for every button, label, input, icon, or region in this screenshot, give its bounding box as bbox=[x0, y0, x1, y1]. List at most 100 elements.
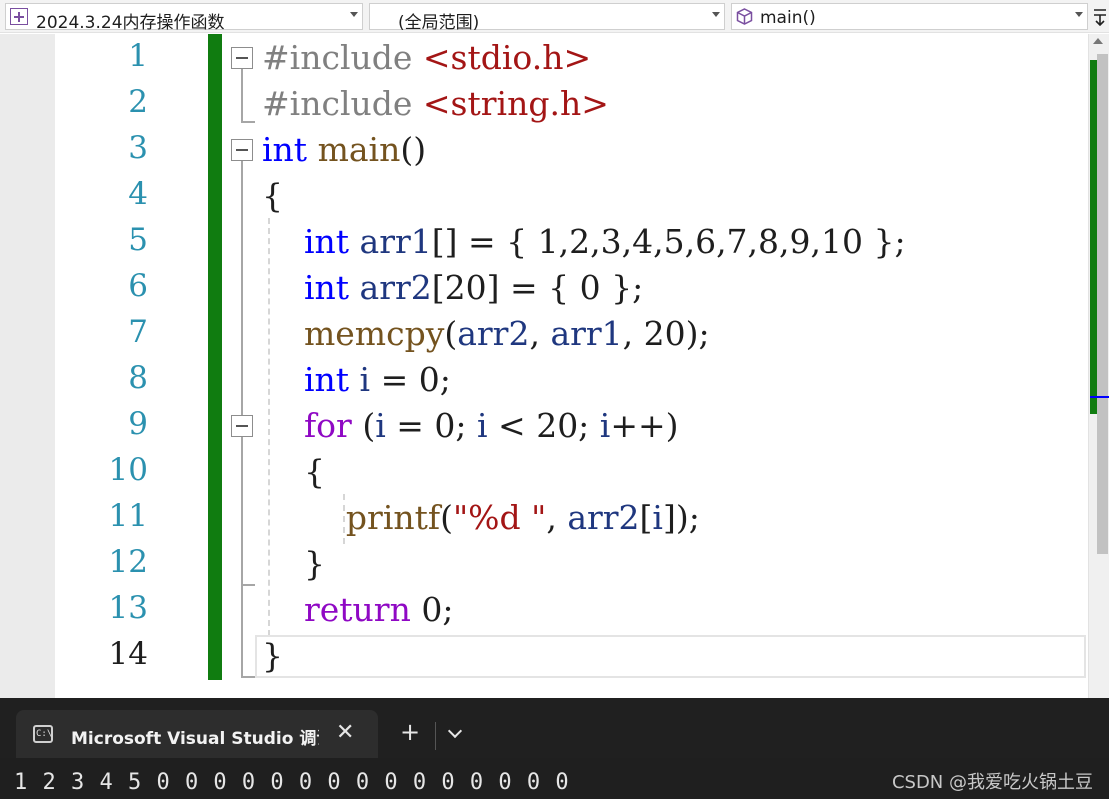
code-token: #include bbox=[262, 84, 423, 123]
code-line[interactable]: } bbox=[262, 541, 325, 587]
code-token: main bbox=[317, 130, 401, 169]
fold-line bbox=[241, 69, 243, 123]
code-line[interactable]: return 0; bbox=[262, 587, 453, 633]
debug-console: C:\ Microsoft Visual Studio 调试控制台 ✕ + 1 … bbox=[0, 698, 1109, 799]
code-token: = 0; bbox=[385, 406, 477, 445]
member-dropdown[interactable]: main() bbox=[731, 3, 1088, 30]
code-token: int bbox=[303, 268, 350, 307]
line-number-gutter: 1 2 3 4 5 6 7 8 9 10 11 12 13 14 bbox=[55, 34, 208, 698]
code-line[interactable]: int arr2[20] = { 0 }; bbox=[262, 265, 643, 311]
code-token: #include bbox=[262, 38, 423, 77]
split-editor-icon[interactable] bbox=[1093, 6, 1107, 26]
collapse-include-icon[interactable] bbox=[231, 47, 253, 69]
project-name: 2024.3.24内存操作函数 bbox=[36, 13, 225, 33]
line-number: 13 bbox=[108, 590, 148, 626]
code-token: memcpy bbox=[303, 314, 445, 353]
code-token: i bbox=[652, 498, 663, 537]
scroll-up-icon[interactable] bbox=[1093, 38, 1103, 44]
tab-divider bbox=[435, 722, 436, 750]
code-token: < 20; bbox=[487, 406, 600, 445]
code-token: " bbox=[520, 498, 547, 537]
line-number: 12 bbox=[108, 544, 148, 580]
code-token: " bbox=[452, 498, 469, 537]
line-number: 14 bbox=[108, 636, 148, 672]
code-line[interactable]: } bbox=[262, 633, 283, 679]
change-tracking-bar bbox=[208, 34, 222, 680]
code-token: ( bbox=[351, 406, 376, 445]
scrollbar-change-marker bbox=[1090, 60, 1097, 414]
scrollbar-thumb[interactable] bbox=[1097, 54, 1108, 554]
code-line[interactable]: { bbox=[262, 173, 283, 219]
collapse-main-icon[interactable] bbox=[231, 139, 253, 161]
collapse-for-icon[interactable] bbox=[231, 415, 253, 437]
code-token: ( bbox=[444, 314, 458, 353]
code-token: [20] = { 0 }; bbox=[431, 268, 644, 307]
code-token: i bbox=[599, 406, 611, 445]
code-line[interactable]: { bbox=[262, 449, 325, 495]
code-token: = 0; bbox=[370, 360, 451, 399]
line-number: 6 bbox=[128, 268, 148, 304]
new-tab-button[interactable]: + bbox=[400, 718, 420, 746]
fold-tick bbox=[241, 121, 255, 123]
code-token: { bbox=[262, 176, 283, 215]
code-token: return bbox=[303, 590, 411, 629]
code-token: } bbox=[262, 636, 283, 675]
code-token: i bbox=[359, 360, 371, 399]
code-token: arr1 bbox=[550, 314, 623, 353]
scope-dropdown[interactable]: (全局范围) bbox=[369, 3, 725, 33]
code-editor[interactable]: 1 2 3 4 5 6 7 8 9 10 11 12 13 14 #include <stdio.h> #i… bbox=[0, 34, 1109, 698]
code-line[interactable]: int i = 0; bbox=[262, 357, 451, 403]
code-token: , bbox=[529, 314, 551, 353]
code-token: i bbox=[477, 406, 488, 445]
code-token: arr1 bbox=[359, 222, 432, 261]
code-line[interactable]: int main() bbox=[262, 127, 426, 173]
line-number: 1 bbox=[128, 38, 148, 74]
cpp-project-icon bbox=[10, 8, 28, 25]
line-number: 11 bbox=[108, 498, 148, 534]
code-token: <string.h> bbox=[422, 84, 609, 123]
code-line[interactable]: printf("%d ", arr2[i]); bbox=[262, 495, 700, 541]
code-token: , 20); bbox=[622, 314, 710, 353]
code-token: ]); bbox=[662, 498, 700, 537]
code-token: () bbox=[400, 130, 427, 169]
code-line[interactable]: int arr1[] = { 1,2,3,4,5,6,7,8,9,10 }; bbox=[262, 219, 906, 265]
code-token: 0; bbox=[410, 590, 454, 629]
fold-tick bbox=[241, 584, 255, 586]
code-token: { bbox=[262, 452, 325, 491]
code-token: arr2 bbox=[359, 268, 432, 307]
code-line[interactable]: memcpy(arr2, arr1, 20); bbox=[262, 311, 710, 357]
code-token: ++) bbox=[610, 406, 679, 445]
chevron-down-icon[interactable] bbox=[447, 723, 463, 739]
code-token: int bbox=[303, 222, 350, 261]
chevron-down-icon bbox=[1075, 12, 1083, 17]
project-dropdown[interactable]: 2024.3.24内存操作函数 bbox=[5, 3, 363, 33]
terminal-icon: C:\ bbox=[33, 725, 53, 743]
code-token: %d bbox=[468, 498, 521, 537]
member-name: main() bbox=[760, 8, 816, 28]
code-line[interactable]: #include <string.h> bbox=[262, 81, 609, 127]
scrollbar-caret-marker bbox=[1090, 396, 1109, 398]
console-tab-title: Microsoft Visual Studio 调试控制台 bbox=[71, 729, 319, 749]
console-tab-bar: C:\ Microsoft Visual Studio 调试控制台 ✕ + bbox=[0, 698, 1109, 758]
code-line[interactable]: for (i = 0; i < 20; i++) bbox=[262, 403, 679, 449]
code-token: i bbox=[375, 406, 386, 445]
line-number: 5 bbox=[128, 222, 148, 258]
code-token: } bbox=[262, 544, 325, 583]
current-line-highlight bbox=[255, 635, 1086, 678]
console-tab[interactable]: C:\ Microsoft Visual Studio 调试控制台 ✕ bbox=[16, 710, 378, 758]
terminal-icon-glyph: C:\ bbox=[36, 729, 53, 739]
close-icon[interactable]: ✕ bbox=[336, 720, 354, 745]
code-line[interactable]: #include <stdio.h> bbox=[262, 35, 591, 81]
console-output: 1 2 3 4 5 0 0 0 0 0 0 0 0 0 0 0 0 0 0 0 bbox=[14, 770, 570, 795]
navigation-bar: 2024.3.24内存操作函数 (全局范围) main() bbox=[0, 0, 1109, 33]
code-token: for bbox=[303, 406, 352, 445]
line-number: 7 bbox=[128, 314, 148, 350]
cube-icon bbox=[736, 8, 753, 25]
